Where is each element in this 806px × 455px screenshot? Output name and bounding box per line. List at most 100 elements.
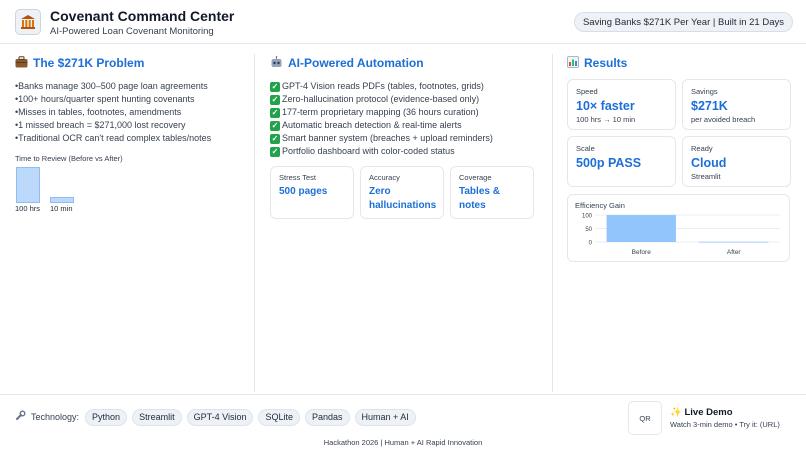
stress-test-card: Stress Test 500 pages <box>270 166 354 219</box>
page-title: Covenant Command Center <box>50 8 235 24</box>
check-box-icon: ✓ <box>270 94 280 105</box>
list-item-label: GPT-4 Vision reads PDFs (tables, footnot… <box>282 81 484 91</box>
problem-section: The $271K Problem Banks manage 300–500 p… <box>15 54 245 213</box>
stat-label: Scale <box>576 144 595 153</box>
problem-heading: The $271K Problem <box>15 54 245 72</box>
problem-list: Banks manage 300–500 page loan agreement… <box>15 80 245 145</box>
stat-value: $271K <box>691 99 728 113</box>
page-subtitle: AI-Powered Loan Covenant Monitoring <box>50 26 214 37</box>
tech-pill-streamlit: Streamlit <box>132 408 182 426</box>
technology-label: Technology: <box>31 412 80 422</box>
list-item-label: 177-term proprietary mapping (36 hours c… <box>282 107 479 117</box>
problem-title: The $271K Problem <box>33 56 145 70</box>
sparkles-icon: ✨ <box>670 407 682 418</box>
chart-bar <box>50 197 74 203</box>
card-value: Tables & notes <box>459 186 500 211</box>
stat-value: Cloud <box>691 156 727 170</box>
chart-tick-label: 10 min <box>50 204 73 213</box>
stat-label: Speed <box>576 87 598 96</box>
live-demo-subtitle: Watch 3-min demo • Try it: (URL) <box>670 420 780 429</box>
list-item: ✓ GPT-4 Vision reads PDFs (tables, footno… <box>270 80 545 93</box>
technology-row: Technology: Python Streamlit GPT-4 Visio… <box>15 408 416 426</box>
y-tick-label: 50 <box>585 227 592 233</box>
stat-sub: Streamlit <box>691 172 721 181</box>
savings-badge: Saving Banks $271K Per Year | Built in 2… <box>573 12 793 32</box>
bar-chart-icon <box>567 55 579 71</box>
coverage-card: Coverage Tables & notes <box>450 166 534 219</box>
list-item-label: Zero-hallucination protocol (evidence-ba… <box>282 94 480 104</box>
savings-stat-card: Savings $271K per avoided breach <box>682 79 791 130</box>
list-item: ✓ Portfolio dashboard with color-coded st… <box>270 145 545 158</box>
review-chart-title: Time to Review (Before vs After) <box>15 154 123 163</box>
check-box-icon: ✓ <box>270 81 280 92</box>
list-item-label: Smart banner system (breaches + upload r… <box>282 133 493 143</box>
live-demo-label: Live Demo <box>684 407 733 418</box>
wrench-icon <box>15 408 26 426</box>
automation-title: AI-Powered Automation <box>288 56 424 70</box>
list-item: Misses in tables, footnotes, amendments <box>15 106 245 119</box>
ready-stat-card: Ready Cloud Streamlit <box>682 136 791 187</box>
check-box-icon: ✓ <box>270 120 280 131</box>
list-item-label: Portfolio dashboard with color-coded sta… <box>282 146 455 156</box>
accuracy-card: Accuracy Zero hallucinations <box>360 166 444 219</box>
tech-pill-human-ai: Human + AI <box>354 408 416 426</box>
stat-sub: 100 hrs → 10 min <box>576 115 636 124</box>
stat-sub: per avoided breach <box>691 115 756 124</box>
x-tick-label: After <box>727 249 742 256</box>
results-title: Results <box>584 56 628 70</box>
scale-stat-card: Scale 500p PASS <box>567 136 676 187</box>
x-tick-label: Before <box>632 249 652 256</box>
automation-heading: AI-Powered Automation <box>270 54 545 72</box>
qr-code[interactable]: QR <box>628 401 662 435</box>
list-item: Traditional OCR can't read complex table… <box>15 132 245 145</box>
automation-list: ✓ GPT-4 Vision reads PDFs (tables, footno… <box>270 80 545 158</box>
y-tick-label: 0 <box>589 241 593 247</box>
chart-bar <box>699 241 769 243</box>
robot-icon <box>270 55 283 71</box>
tech-pill-gpt4-vision: GPT-4 Vision <box>186 408 254 426</box>
efficiency-chart-card: Efficiency Gain 0 50 100 Before After <box>567 194 790 262</box>
tech-pill-sqlite: SQLite <box>258 408 300 426</box>
briefcase-icon <box>15 55 28 71</box>
stat-value: 10× faster <box>576 99 635 113</box>
efficiency-chart-title: Efficiency Gain <box>575 201 625 210</box>
tech-pill-python: Python <box>85 408 128 426</box>
card-value: Zero hallucinations <box>369 186 437 211</box>
tech-pill-pandas: Pandas <box>304 408 350 426</box>
y-tick-label: 100 <box>582 214 593 220</box>
list-item: 100+ hours/quarter spent hunting covenan… <box>15 93 245 106</box>
list-item: ✓ Smart banner system (breaches + upload … <box>270 132 545 145</box>
speed-stat-card: Speed 10× faster 100 hrs → 10 min <box>567 79 676 130</box>
card-value: 500 pages <box>279 186 328 197</box>
list-item-label: Automatic breach detection & real-time a… <box>282 120 462 130</box>
card-label: Coverage <box>459 173 492 182</box>
footer-copyright: Hackathon 2026 | Human + AI Rapid Innova… <box>323 438 483 447</box>
metric-cards: Stress Test 500 pages Accuracy Zero hall… <box>270 166 534 219</box>
check-box-icon: ✓ <box>270 146 280 157</box>
list-item: ✓ Zero-hallucination protocol (evidence-b… <box>270 93 545 106</box>
card-label: Stress Test <box>279 173 316 182</box>
list-item: 1 missed breach = $271,000 lost recovery <box>15 119 245 132</box>
list-item: ✓ 177-term proprietary mapping (36 hours … <box>270 106 545 119</box>
chart-bar <box>16 167 40 203</box>
footer-divider <box>0 394 806 395</box>
check-box-icon: ✓ <box>270 133 280 144</box>
header: Covenant Command Center AI-Powered Loan … <box>0 0 806 44</box>
check-box-icon: ✓ <box>270 107 280 118</box>
list-item: Banks manage 300–500 page loan agreement… <box>15 80 245 93</box>
column-divider <box>254 54 255 392</box>
bank-building-icon <box>15 9 41 35</box>
card-label: Accuracy <box>369 173 400 182</box>
live-demo-title[interactable]: ✨ Live Demo <box>670 407 733 418</box>
results-heading: Results <box>567 54 792 72</box>
list-item: ✓ Automatic breach detection & real-time … <box>270 119 545 132</box>
chart-bar <box>606 215 676 242</box>
stat-label: Savings <box>691 87 718 96</box>
review-chart: 100 hrs 10 min <box>15 165 245 213</box>
chart-tick-label: 100 hrs <box>15 204 41 213</box>
column-divider <box>552 54 553 392</box>
automation-section: AI-Powered Automation ✓ GPT-4 Vision read… <box>270 54 545 234</box>
efficiency-chart: 0 50 100 Before After <box>582 214 780 256</box>
stat-label: Ready <box>691 144 713 153</box>
stat-value: 500p PASS <box>576 156 642 170</box>
